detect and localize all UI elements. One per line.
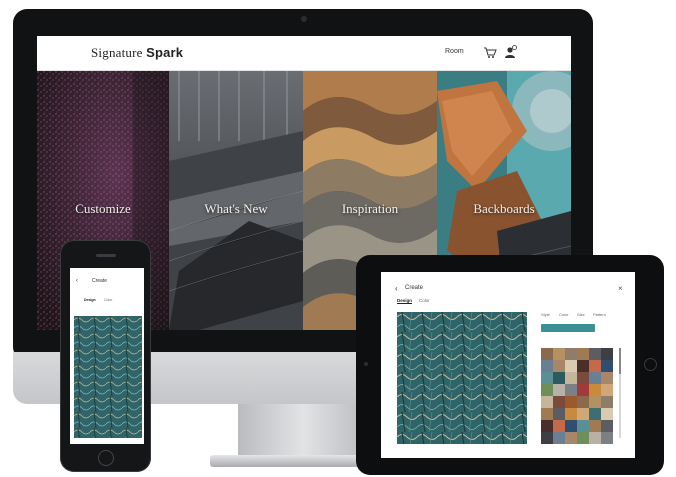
color-swatch[interactable]	[589, 384, 601, 396]
color-swatch[interactable]	[577, 372, 589, 384]
phone-home-button[interactable]	[98, 450, 114, 466]
color-swatch[interactable]	[577, 348, 589, 360]
tablet-app: ‹ Create × Design Color Style Color Size…	[381, 272, 635, 458]
site-logo[interactable]: Signature Spark	[91, 45, 183, 61]
tab-color-right[interactable]: Color	[559, 312, 569, 317]
color-swatch[interactable]	[577, 408, 589, 420]
phone-app: ‹ Create Design Color	[70, 268, 144, 444]
color-swatch[interactable]	[601, 408, 613, 420]
color-swatch[interactable]	[553, 348, 565, 360]
color-swatch[interactable]	[541, 360, 553, 372]
back-icon[interactable]: ‹	[395, 284, 398, 293]
tab-design[interactable]: Design	[84, 298, 96, 302]
color-swatch[interactable]	[541, 372, 553, 384]
color-swatch[interactable]	[541, 348, 553, 360]
color-swatch[interactable]	[541, 384, 553, 396]
color-swatch[interactable]	[577, 396, 589, 408]
close-icon[interactable]: ×	[618, 284, 623, 293]
color-swatch[interactable]	[541, 420, 553, 432]
user-icon[interactable]	[503, 45, 517, 59]
tablet-camera-icon	[364, 362, 368, 366]
camera-icon	[301, 16, 307, 22]
color-swatch[interactable]	[589, 348, 601, 360]
color-swatch[interactable]	[565, 396, 577, 408]
color-swatch[interactable]	[553, 360, 565, 372]
tablet-home-button[interactable]	[644, 358, 657, 371]
color-swatch[interactable]	[601, 348, 613, 360]
color-swatch[interactable]	[577, 432, 589, 444]
tab-design[interactable]: Design	[397, 298, 413, 304]
color-swatch[interactable]	[589, 408, 601, 420]
carpet-preview	[397, 312, 527, 444]
color-swatch[interactable]	[565, 372, 577, 384]
logo-text: Signature	[91, 45, 143, 60]
color-swatch[interactable]	[601, 420, 613, 432]
phone-title: Create	[92, 278, 108, 284]
color-swatch[interactable]	[565, 408, 577, 420]
tile-whats-new[interactable]: What's New	[169, 71, 303, 330]
color-swatch[interactable]	[565, 384, 577, 396]
color-swatch[interactable]	[541, 408, 553, 420]
color-swatch[interactable]	[577, 360, 589, 372]
color-swatch[interactable]	[553, 420, 565, 432]
nav-link-room[interactable]: Room	[445, 48, 464, 55]
color-swatch[interactable]	[577, 420, 589, 432]
phone-speaker	[96, 254, 116, 257]
tile-label-whats-new: What's New	[204, 201, 268, 216]
scrollbar-thumb[interactable]	[619, 348, 621, 374]
tile-label-backboards: Backboards	[473, 201, 535, 216]
color-swatch[interactable]	[541, 396, 553, 408]
color-swatch[interactable]	[601, 432, 613, 444]
tab-color[interactable]: Color	[419, 298, 430, 303]
imac-stand	[238, 404, 368, 460]
tab-size[interactable]: Size	[577, 312, 585, 317]
color-swatch[interactable]	[553, 372, 565, 384]
cart-icon[interactable]	[483, 45, 497, 59]
tab-pattern[interactable]: Pattern	[593, 312, 606, 317]
color-swatch[interactable]	[553, 408, 565, 420]
back-icon[interactable]: ‹	[76, 278, 78, 284]
color-swatch[interactable]	[565, 432, 577, 444]
color-swatch-grid	[541, 348, 613, 444]
color-swatch[interactable]	[577, 384, 589, 396]
color-swatch[interactable]	[541, 432, 553, 444]
tab-color[interactable]: Color	[104, 298, 112, 302]
color-swatch[interactable]	[589, 420, 601, 432]
color-swatch[interactable]	[553, 384, 565, 396]
color-swatch[interactable]	[553, 396, 565, 408]
tab-style[interactable]: Style	[541, 312, 550, 317]
color-swatch[interactable]	[565, 420, 577, 432]
apply-button[interactable]	[541, 324, 595, 332]
logo-text-bold: Spark	[146, 45, 184, 60]
site-header: Signature Spark Room	[37, 36, 571, 71]
color-swatch[interactable]	[589, 372, 601, 384]
tile-label-inspiration: Inspiration	[341, 201, 399, 216]
color-swatch[interactable]	[601, 396, 613, 408]
color-swatch[interactable]	[601, 360, 613, 372]
color-swatch[interactable]	[589, 360, 601, 372]
color-swatch[interactable]	[553, 432, 565, 444]
tile-label-customize: Customize	[75, 201, 131, 216]
color-swatch[interactable]	[601, 372, 613, 384]
color-swatch[interactable]	[589, 432, 601, 444]
color-swatch[interactable]	[601, 384, 613, 396]
color-swatch[interactable]	[589, 396, 601, 408]
color-swatch[interactable]	[565, 348, 577, 360]
color-swatch[interactable]	[565, 360, 577, 372]
tablet-title: Create	[405, 285, 424, 291]
carpet-preview	[74, 316, 142, 438]
